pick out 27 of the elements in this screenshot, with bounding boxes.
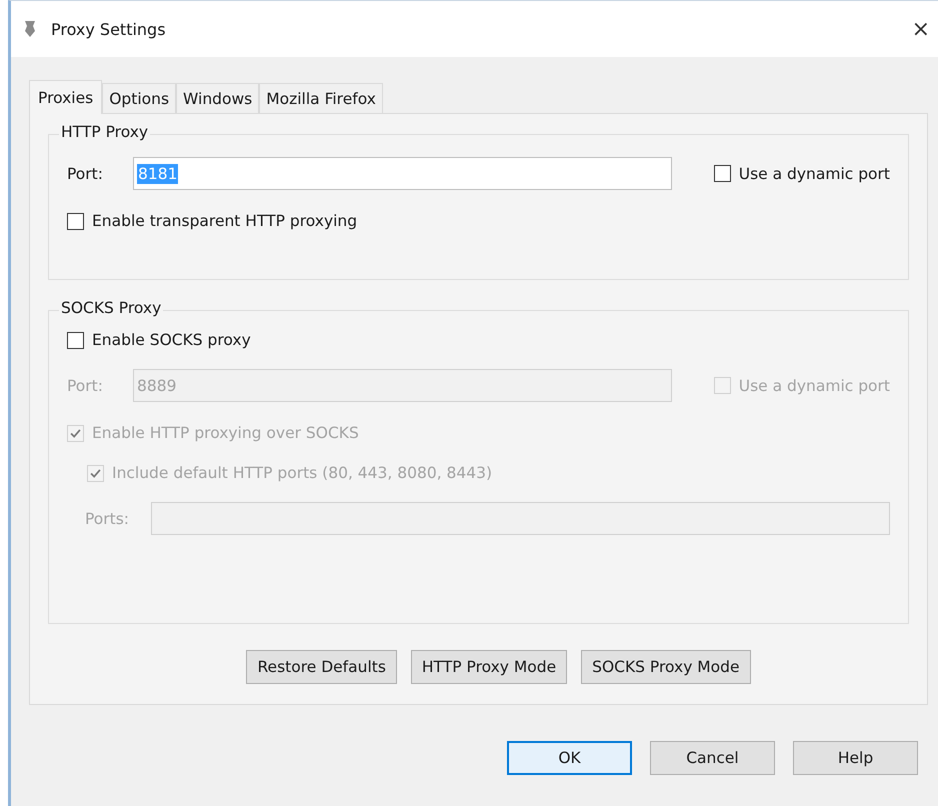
tab[interactable]: Options: [102, 83, 176, 113]
checkbox-label: Enable SOCKS proxy: [92, 331, 251, 349]
checkbox[interactable]: [67, 332, 84, 348]
checkbox-label: Use a dynamic port: [738, 376, 890, 394]
dialog-button[interactable]: OK: [507, 741, 632, 775]
checkbox-label: Enable HTTP proxying over SOCKS: [92, 424, 359, 442]
checkbox-label: Enable transparent HTTP proxying: [92, 212, 358, 230]
port-label: Port:: [67, 376, 104, 394]
tab[interactable]: Windows: [176, 83, 260, 113]
port-label: Port:: [67, 164, 104, 182]
tab[interactable]: Mozilla Firefox: [259, 83, 383, 113]
checkbox[interactable]: [67, 212, 84, 230]
mode-button[interactable]: Restore Defaults: [246, 650, 397, 684]
checkbox-label: Include default HTTP ports (80, 443, 8080, 8443): [112, 464, 492, 482]
mode-button[interactable]: SOCKS Proxy Mode: [581, 650, 751, 684]
close-button[interactable]: ×: [908, 16, 934, 42]
mode-button[interactable]: HTTP Proxy Mode: [410, 650, 568, 684]
checkbox[interactable]: [714, 165, 731, 182]
dialog-button[interactable]: Cancel: [650, 741, 775, 775]
dialog-button[interactable]: Help: [793, 741, 918, 775]
checkbox-label: Use a dynamic port: [738, 164, 890, 182]
window-title: Proxy Settings: [51, 20, 167, 38]
app-icon: [23, 20, 37, 38]
group-title: SOCKS Proxy: [59, 299, 164, 317]
ports-label: Ports:: [85, 510, 130, 528]
group-title: HTTP Proxy: [59, 123, 150, 141]
tab[interactable]: Proxies: [29, 80, 102, 114]
